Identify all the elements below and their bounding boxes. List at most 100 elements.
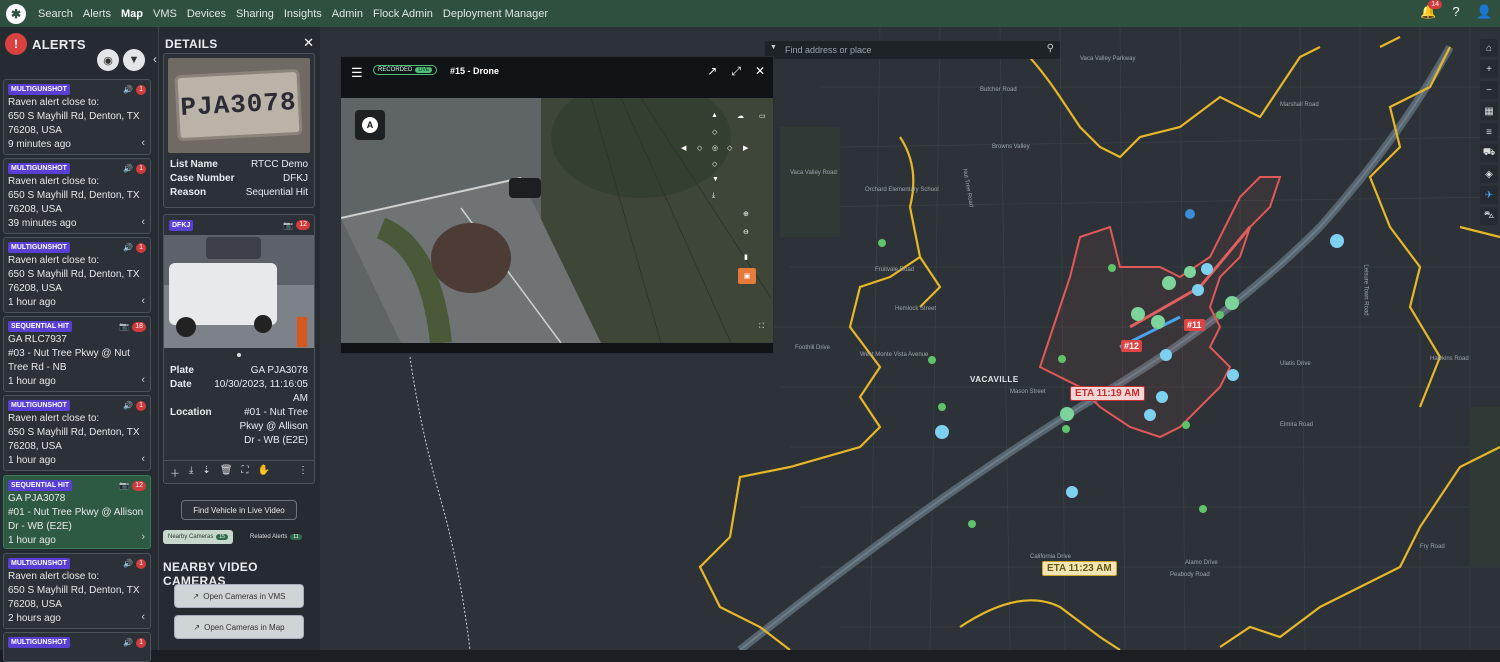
nav-map[interactable]: Map: [121, 8, 143, 20]
fullscreen-icon[interactable]: ⛶: [759, 323, 764, 331]
zoom-out-icon[interactable]: ⊖: [743, 228, 749, 236]
chevron-left-icon[interactable]: ‹: [141, 452, 145, 466]
nav-insights[interactable]: Insights: [284, 8, 322, 20]
zoom-in-icon[interactable]: ⊕: [743, 210, 749, 218]
alert-card[interactable]: MULTIGUNSHOT 🔊 1 Raven alert close to: 65…: [3, 237, 151, 313]
nav-devices[interactable]: Devices: [187, 8, 226, 20]
eta-badge-red[interactable]: ETA 11:19 AM: [1070, 386, 1145, 401]
drone-video-feed[interactable]: A ▲ ☁ ▭ ◇ ◀ ◇ ◎ ◇ ▶ ◇ ▼ ⤓ ⊕ ⊖ ▮ ▣ ⛶: [341, 98, 773, 343]
nav-sharing[interactable]: Sharing: [236, 8, 274, 20]
map-road-label: West Monte Vista Avenue: [860, 352, 929, 358]
arrow-down-icon[interactable]: ▼: [712, 176, 719, 183]
find-vehicle-live-video-button[interactable]: Find Vehicle in Live Video: [181, 500, 297, 520]
hand-icon[interactable]: ✋: [258, 465, 270, 480]
download-icon[interactable]: ⤓: [712, 192, 715, 200]
zoom-out-icon[interactable]: −: [1480, 81, 1498, 99]
cloud-icon[interactable]: ☁: [737, 112, 744, 120]
case-number-label: Case Number: [170, 173, 235, 184]
close-icon[interactable]: ✕: [303, 35, 314, 51]
filter-icon[interactable]: ▼: [123, 49, 145, 71]
fullscreen-icon[interactable]: ⛶: [242, 465, 249, 480]
open-cameras-in-vms-button[interactable]: ↗ Open Cameras in VMS: [174, 584, 304, 608]
alert-card-selected[interactable]: SEQUENTIAL HIT 📷 12 GA PJA3078 #01 - Nut …: [3, 475, 151, 549]
nav-alerts[interactable]: Alerts: [83, 8, 111, 20]
bell-icon[interactable]: 🔔 14: [1420, 0, 1442, 20]
trash-icon[interactable]: ▮: [744, 253, 748, 261]
alert-card[interactable]: MULTIGUNSHOT 🔊 1 Raven alert close to: 65…: [3, 395, 151, 471]
camera-filter-icon[interactable]: ◉: [97, 49, 119, 71]
arrow-up-icon[interactable]: ▲: [711, 112, 718, 119]
alert-tag: MULTIGUNSHOT: [8, 400, 70, 411]
target-icon[interactable]: ◇: [727, 144, 732, 152]
collapse-chevron-icon[interactable]: ‹: [153, 52, 157, 66]
alert-line1: GA RLC7937: [8, 334, 67, 345]
alert-card[interactable]: MULTIGUNSHOT 🔊 1: [3, 632, 151, 662]
compass-icon[interactable]: A: [355, 110, 385, 140]
download-all-icon[interactable]: ⇣: [202, 465, 210, 480]
grid-icon[interactable]: ▦: [1480, 102, 1498, 120]
carousel-dot[interactable]: [237, 353, 241, 357]
speaker-icon: 🔊: [123, 638, 134, 647]
nav-admin[interactable]: Admin: [332, 8, 363, 20]
unit-marker[interactable]: #11: [1184, 319, 1205, 331]
nav-deployment-manager[interactable]: Deployment Manager: [443, 8, 548, 20]
target-icon[interactable]: ◇: [697, 144, 702, 152]
open-cameras-in-map-button[interactable]: ↗ Open Cameras in Map: [174, 615, 304, 639]
chevron-left-icon[interactable]: ‹: [141, 610, 145, 624]
help-icon[interactable]: ?: [1448, 4, 1464, 20]
add-icon[interactable]: ＋: [170, 465, 180, 480]
alert-line1: Raven alert close to:: [8, 255, 100, 266]
chevron-left-icon[interactable]: ‹: [141, 294, 145, 308]
chevron-left-icon[interactable]: ‹: [141, 373, 145, 387]
video-camera-icon[interactable]: ▭: [759, 112, 766, 120]
chevron-left-icon[interactable]: ‹: [141, 215, 145, 229]
drone-icon[interactable]: ✈: [1480, 186, 1498, 204]
search-icon[interactable]: ⚲: [1047, 43, 1054, 54]
collapse-arrow-icon[interactable]: ▼: [770, 44, 777, 51]
filter-icon[interactable]: ≡: [1480, 123, 1498, 141]
center-icon[interactable]: ◎: [712, 144, 718, 152]
alert-time: 1 hour ago: [8, 376, 56, 387]
vehicle-photo[interactable]: [164, 235, 314, 348]
map-road-label: Elmira Road: [1280, 422, 1314, 428]
eta-badge-yellow[interactable]: ETA 11:23 AM: [1042, 561, 1117, 576]
tab-nearby-cameras[interactable]: Nearby Cameras 15: [163, 530, 233, 544]
nav-flock-admin[interactable]: Flock Admin: [373, 8, 433, 20]
more-menu-icon[interactable]: ⋮: [298, 465, 308, 476]
home-icon[interactable]: ⌂: [1480, 39, 1498, 57]
tab-related-label: Related Alerts: [250, 534, 288, 540]
close-icon[interactable]: ✕: [755, 64, 765, 79]
expand-icon[interactable]: ⤢: [731, 64, 741, 79]
target-icon[interactable]: ◇: [712, 160, 717, 168]
chevron-left-icon[interactable]: ‹: [141, 136, 145, 150]
nav-search[interactable]: Search: [38, 8, 73, 20]
download-icon[interactable]: ⤓: [189, 465, 193, 480]
user-settings-icon[interactable]: 👤: [1476, 4, 1492, 20]
layers-icon[interactable]: ◈: [1480, 165, 1498, 183]
camera-icon: 📷: [283, 220, 294, 230]
vehicle-icon[interactable]: ⛍: [1480, 207, 1498, 225]
target-icon[interactable]: ◇: [712, 128, 717, 136]
chevron-right-icon[interactable]: ›: [141, 530, 145, 544]
date-value: 10/30/2023, 11:16:05 AM: [214, 379, 308, 404]
nav-vms[interactable]: VMS: [153, 8, 177, 20]
trash-icon[interactable]: 🗑: [220, 465, 233, 480]
live-label: LIVE: [415, 67, 433, 73]
car-icon[interactable]: ⛟: [1480, 144, 1498, 162]
arrow-left-icon[interactable]: ◀: [681, 144, 686, 152]
record-icon[interactable]: ▣: [738, 268, 756, 284]
alert-card[interactable]: SEQUENTIAL HIT 📷 18 GA RLC7937 #03 - Nut …: [3, 316, 151, 392]
card-icons: 🔊 1: [123, 636, 146, 650]
flock-logo[interactable]: ✱: [6, 3, 26, 24]
arrow-right-icon[interactable]: ▶: [743, 144, 748, 152]
alert-card[interactable]: MULTIGUNSHOT 🔊 1 Raven alert close to: 65…: [3, 553, 151, 629]
alert-card[interactable]: MULTIGUNSHOT 🔊 1 Raven alert close to: 65…: [3, 79, 151, 155]
external-link-icon[interactable]: ↗: [707, 64, 717, 79]
map-search-input[interactable]: ▼ Find address or place ⚲: [765, 41, 1060, 59]
menu-icon[interactable]: ☰: [351, 65, 363, 81]
zoom-in-icon[interactable]: +: [1480, 60, 1498, 78]
tab-related-alerts[interactable]: Related Alerts 11: [245, 530, 307, 544]
unit-marker[interactable]: #12: [1121, 340, 1143, 352]
alert-card[interactable]: MULTIGUNSHOT 🔊 1 Raven alert close to: 65…: [3, 158, 151, 234]
video-title: #15 - Drone: [450, 66, 500, 76]
